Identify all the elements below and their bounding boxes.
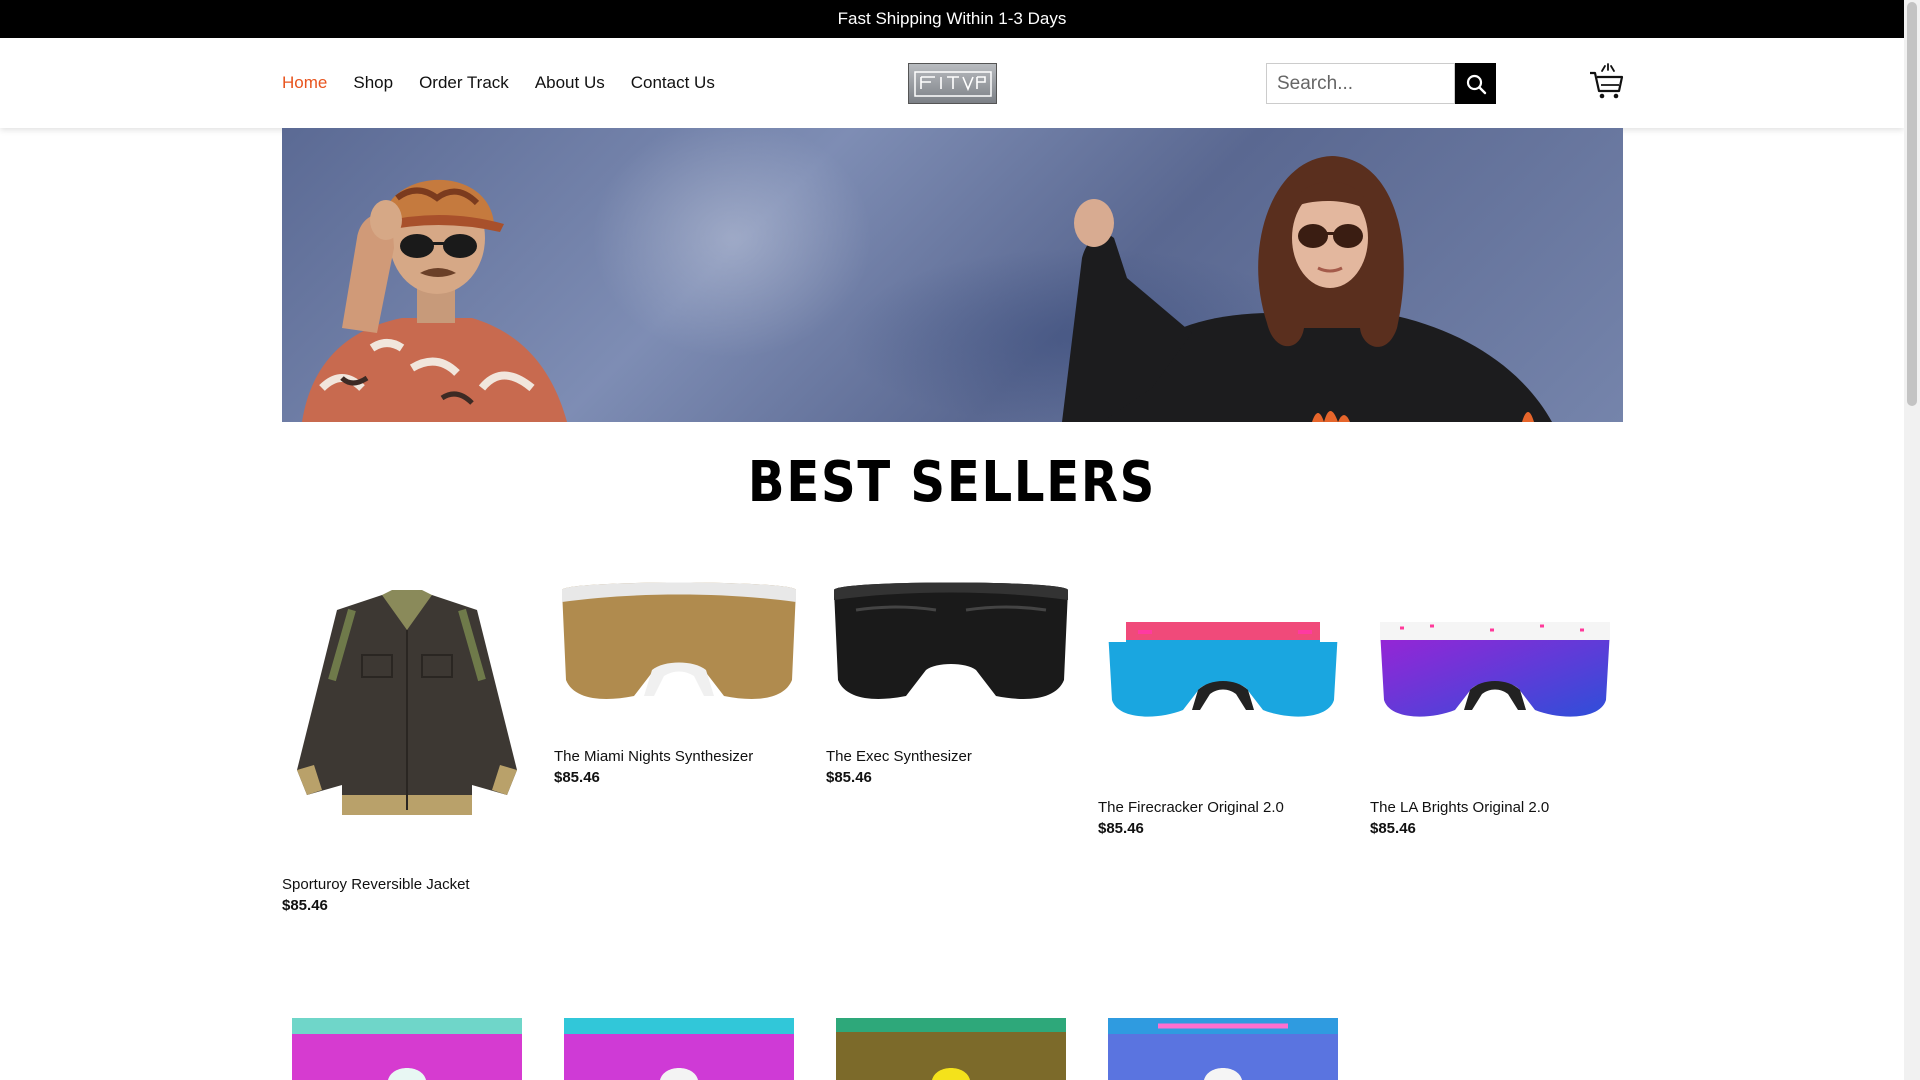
sunglasses-image — [564, 1018, 794, 1080]
nav-item-shop[interactable]: Shop — [353, 73, 393, 93]
product-price: $85.46 — [282, 897, 328, 914]
hero-person-left — [302, 179, 567, 422]
announcement-bar: Fast Shipping Within 1-3 Days — [0, 0, 1904, 38]
sunglasses-image — [1380, 622, 1610, 717]
product-card[interactable]: The Exec Synthesizer $85.46 — [826, 570, 1076, 786]
site-logo[interactable] — [908, 63, 997, 104]
product-card[interactable] — [1098, 1018, 1348, 1080]
sunglasses-image — [836, 1018, 1066, 1080]
scrollbar-thumb[interactable] — [1907, 2, 1917, 406]
announcement-text: Fast Shipping Within 1-3 Days — [837, 9, 1067, 28]
product-image[interactable] — [554, 570, 804, 748]
product-name[interactable]: The Miami Nights Synthesizer — [554, 748, 804, 765]
product-card[interactable]: The LA Brights Original 2.0 $85.46 — [1370, 570, 1620, 837]
nav-item-home[interactable]: Home — [282, 73, 327, 93]
product-name[interactable]: The Exec Synthesizer — [826, 748, 1076, 765]
hero-banner[interactable] — [282, 128, 1623, 422]
product-name[interactable]: The Firecracker Original 2.0 — [1098, 799, 1348, 816]
sunglasses-image — [562, 582, 796, 699]
product-card[interactable]: The Firecracker Original 2.0 $85.46 — [1098, 570, 1348, 837]
product-card[interactable] — [826, 1018, 1076, 1080]
page-scrollbar[interactable] — [1904, 0, 1920, 1080]
cart-icon — [1590, 63, 1624, 99]
site-header: Home Shop Order Track About Us Contact U… — [0, 38, 1904, 128]
cart-button[interactable] — [1588, 63, 1624, 101]
hero-person-right — [1062, 156, 1552, 422]
section-title: BEST SELLERS — [747, 450, 1157, 515]
nav-item-about-us[interactable]: About Us — [535, 73, 605, 93]
sunglasses-image — [292, 1018, 522, 1080]
product-price: $85.46 — [1370, 820, 1416, 837]
product-card[interactable] — [554, 1018, 804, 1080]
product-name[interactable]: Sporturoy Reversible Jacket — [282, 876, 532, 893]
product-image[interactable] — [282, 570, 532, 870]
product-card[interactable] — [282, 1018, 532, 1080]
product-name[interactable]: The LA Brights Original 2.0 — [1370, 799, 1620, 816]
nav-item-contact-us[interactable]: Contact Us — [631, 73, 715, 93]
sunglasses-image — [1108, 622, 1338, 717]
search-input[interactable] — [1266, 63, 1455, 104]
product-price: $85.46 — [554, 769, 600, 786]
product-card[interactable]: The Miami Nights Synthesizer $85.46 — [554, 570, 804, 786]
nav-item-order-track[interactable]: Order Track — [419, 73, 509, 93]
search-bar — [1266, 63, 1496, 104]
product-image[interactable] — [1098, 570, 1348, 799]
main-nav: Home Shop Order Track About Us Contact U… — [282, 38, 715, 128]
jacket-image — [297, 590, 517, 815]
product-price: $85.46 — [826, 769, 872, 786]
logo-mark — [913, 70, 992, 97]
sunglasses-image — [834, 582, 1068, 699]
search-icon — [1466, 74, 1486, 94]
search-button[interactable] — [1455, 63, 1496, 104]
product-card[interactable]: Sporturoy Reversible Jacket $85.46 — [282, 570, 532, 914]
sunglasses-image — [1108, 1018, 1338, 1080]
product-image[interactable] — [1370, 570, 1620, 799]
product-image[interactable] — [826, 570, 1076, 748]
product-price: $85.46 — [1098, 820, 1144, 837]
